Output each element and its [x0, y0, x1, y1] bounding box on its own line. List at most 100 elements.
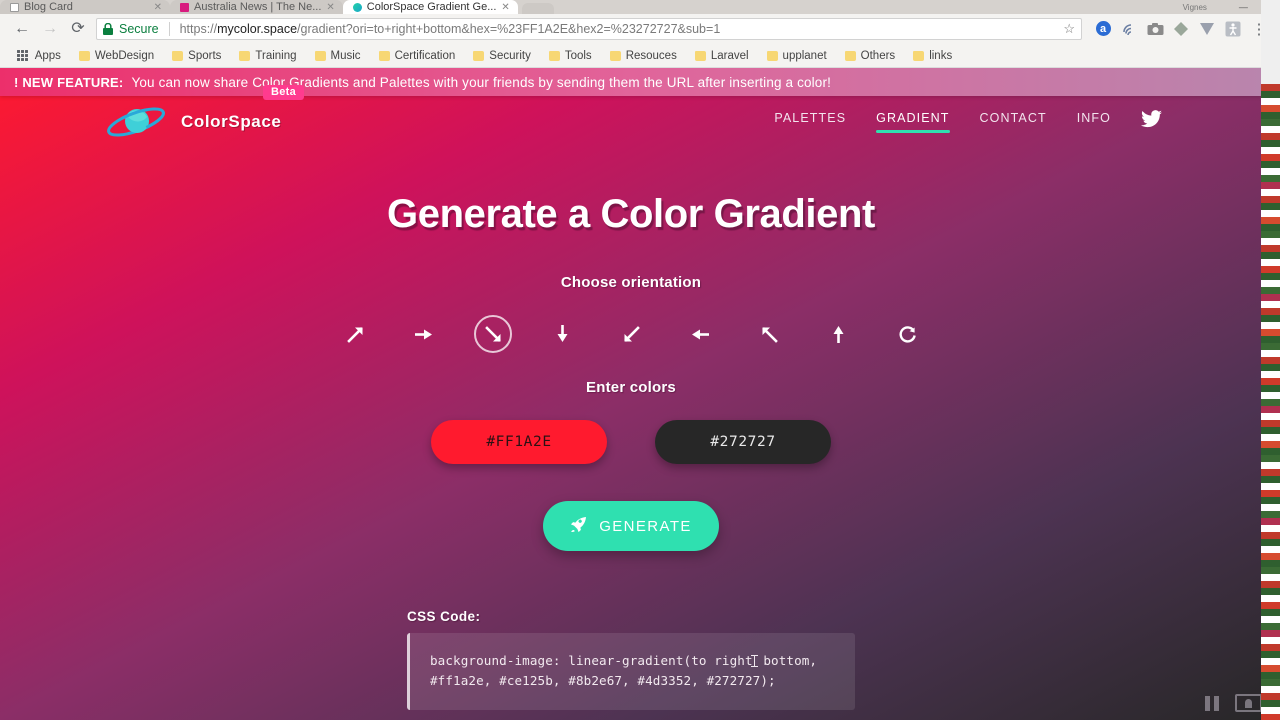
color-input-2[interactable] [655, 420, 831, 464]
accessibility-icon[interactable] [1220, 16, 1246, 42]
strip-band [1261, 434, 1280, 441]
blog-icon [10, 2, 19, 12]
generate-label: GENERATE [599, 517, 692, 535]
amazon-assistant-icon[interactable]: a [1090, 16, 1116, 42]
brand[interactable]: ColorSpace Beta [105, 85, 305, 141]
bookmark-label: links [929, 49, 953, 62]
bookmark-item[interactable]: Training [230, 50, 305, 62]
strip-band [1261, 70, 1280, 77]
minimize-button[interactable]: — [1239, 2, 1248, 12]
browser-tab-active[interactable]: ColorSpace Gradient Ge... ✕ [342, 0, 518, 14]
bookmark-item[interactable]: WebDesign [70, 50, 163, 62]
strip-band [1261, 462, 1280, 469]
strip-band [1261, 224, 1280, 231]
arrow-up-left-icon[interactable] [750, 315, 788, 353]
arrow-left-icon[interactable] [681, 315, 719, 353]
new-tab-button[interactable] [521, 3, 554, 14]
strip-band [1261, 28, 1280, 35]
browser-tab[interactable]: Blog Card ✕ [0, 0, 170, 14]
strip-band [1261, 399, 1280, 406]
strip-band [1261, 343, 1280, 350]
bookmark-item[interactable]: links [904, 50, 961, 62]
strip-band [1261, 420, 1280, 427]
twitter-icon[interactable] [1141, 110, 1162, 134]
strip-band [1261, 441, 1280, 448]
strip-band [1261, 35, 1280, 42]
color-inputs [0, 420, 1262, 464]
site-header: ColorSpace Beta PALETTES GRADIENT CONTAC… [0, 85, 1262, 148]
bookmark-label: WebDesign [94, 49, 155, 62]
close-icon[interactable]: ✕ [154, 2, 162, 13]
address-bar[interactable]: Secure https://mycolor.space/gradient?or… [96, 17, 1082, 40]
css-code-box[interactable]: background-image: linear-gradient(to rig… [407, 633, 855, 711]
tab-title: Blog Card [24, 1, 73, 13]
folder-icon [172, 50, 184, 61]
strip-band [1261, 315, 1280, 322]
arrow-up-right-icon[interactable] [336, 315, 374, 353]
bookmark-item[interactable]: Others [836, 50, 905, 62]
evernote-icon[interactable] [1168, 16, 1194, 42]
rocket-icon [570, 516, 587, 537]
arrow-up-icon[interactable] [819, 315, 857, 353]
bookmark-item[interactable]: Security [464, 50, 540, 62]
bookmark-star-icon[interactable]: ☆ [1055, 21, 1075, 37]
nav-item-contact[interactable]: CONTACT [980, 111, 1047, 133]
strip-band [1261, 665, 1280, 672]
arrow-right-icon[interactable] [405, 315, 443, 353]
close-icon[interactable]: ✕ [501, 2, 509, 13]
strip-band [1261, 546, 1280, 553]
bookmark-label: Security [489, 49, 531, 62]
strip-band [1261, 469, 1280, 476]
strip-band [1261, 378, 1280, 385]
strip-band [1261, 0, 1280, 7]
screenshot-camera-icon[interactable] [1142, 16, 1168, 42]
strip-band [1261, 672, 1280, 679]
nav-item-palettes[interactable]: PALETTES [774, 111, 846, 133]
color-input-1[interactable] [431, 420, 607, 464]
arrow-down-right-icon[interactable] [474, 315, 512, 353]
strip-band [1261, 259, 1280, 266]
strip-band [1261, 280, 1280, 287]
strip-band [1261, 217, 1280, 224]
bookmark-item[interactable]: Tools [540, 50, 601, 62]
forward-button[interactable]: → [36, 15, 64, 43]
pause-icon[interactable] [1205, 695, 1219, 711]
screen-icon[interactable] [1235, 694, 1262, 712]
profile-label[interactable]: Vignes [1183, 3, 1207, 12]
generate-button[interactable]: GENERATE [543, 501, 719, 551]
nav-item-info[interactable]: INFO [1077, 111, 1111, 133]
nav-item-gradient[interactable]: GRADIENT [876, 111, 950, 133]
strip-band [1261, 455, 1280, 462]
strip-band [1261, 413, 1280, 420]
bookmark-item[interactable]: Laravel [686, 50, 758, 62]
colorspace-page: ! NEW FEATURE: You can now share Color G… [0, 68, 1280, 720]
strip-band [1261, 175, 1280, 182]
bookmark-item[interactable]: Certification [370, 50, 465, 62]
bookmark-item[interactable]: Music [306, 50, 370, 62]
wifi-icon[interactable] [1116, 16, 1142, 42]
orientation-label: Choose orientation [560, 274, 702, 291]
arrow-down-icon[interactable] [543, 315, 581, 353]
strip-band [1261, 448, 1280, 455]
vysor-icon[interactable] [1194, 16, 1220, 42]
bookmark-label: Apps [34, 49, 61, 62]
bookmark-item[interactable]: Sports [163, 50, 230, 62]
bookmark-apps[interactable]: Apps [8, 50, 70, 62]
bookmark-item[interactable]: upplanet [758, 50, 836, 62]
reload-button[interactable]: ⟳ [64, 15, 92, 43]
strip-band [1261, 504, 1280, 511]
strip-band [1261, 581, 1280, 588]
strip-band [1261, 329, 1280, 336]
arrow-down-left-icon[interactable] [612, 315, 650, 353]
radial-icon[interactable] [888, 315, 926, 353]
browser-tab[interactable]: Australia News | The Ne... ✕ [170, 0, 343, 14]
strip-band [1261, 273, 1280, 280]
strip-band [1261, 525, 1280, 532]
strip-band [1261, 7, 1280, 14]
colors-label: Enter colors [586, 379, 676, 396]
bookmark-item[interactable]: Resouces [601, 50, 686, 62]
main-content: Generate a Color Gradient Choose orienta… [0, 148, 1262, 711]
close-icon[interactable]: ✕ [326, 2, 334, 13]
back-button[interactable]: ← [8, 15, 36, 43]
strip-band [1261, 119, 1280, 126]
